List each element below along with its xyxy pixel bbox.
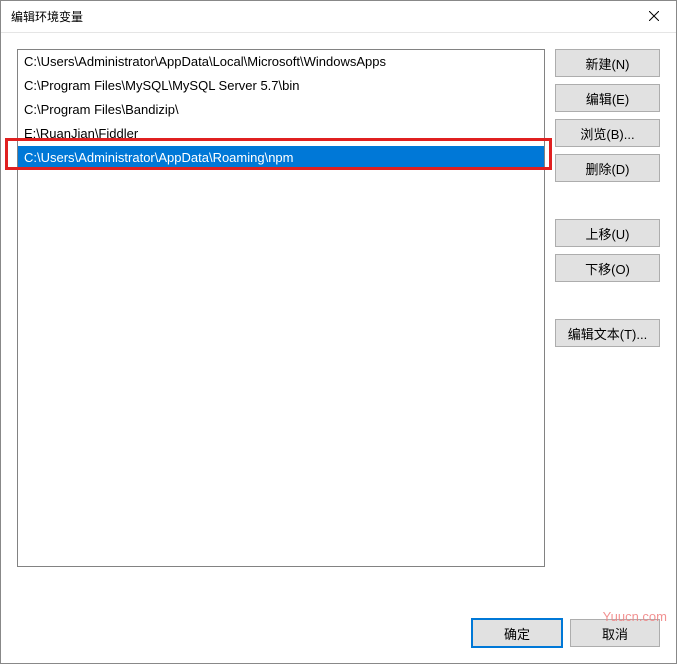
- cancel-button[interactable]: 取消: [570, 619, 660, 647]
- new-button[interactable]: 新建(N): [555, 49, 660, 77]
- bottom-buttons: 确定 取消: [17, 619, 660, 647]
- list-item[interactable]: E:\RuanJian\Fiddler: [18, 122, 544, 146]
- move-up-button[interactable]: 上移(U): [555, 219, 660, 247]
- browse-button[interactable]: 浏览(B)...: [555, 119, 660, 147]
- dialog-window: 编辑环境变量 C:\Users\Administrator\AppData\Lo…: [0, 0, 677, 664]
- titlebar: 编辑环境变量: [1, 1, 676, 33]
- window-title: 编辑环境变量: [11, 8, 631, 25]
- close-icon: [649, 10, 659, 24]
- list-item[interactable]: C:\Program Files\MySQL\MySQL Server 5.7\…: [18, 74, 544, 98]
- move-down-button[interactable]: 下移(O): [555, 254, 660, 282]
- list-item[interactable]: C:\Users\Administrator\AppData\Roaming\n…: [18, 146, 544, 170]
- list-item[interactable]: C:\Program Files\Bandizip\: [18, 98, 544, 122]
- delete-button[interactable]: 删除(D): [555, 154, 660, 182]
- dialog-content: C:\Users\Administrator\AppData\Local\Mic…: [1, 33, 676, 663]
- path-listbox[interactable]: C:\Users\Administrator\AppData\Local\Mic…: [17, 49, 545, 567]
- list-item[interactable]: C:\Users\Administrator\AppData\Local\Mic…: [18, 50, 544, 74]
- main-area: C:\Users\Administrator\AppData\Local\Mic…: [17, 49, 660, 601]
- edit-button[interactable]: 编辑(E): [555, 84, 660, 112]
- side-buttons: 新建(N) 编辑(E) 浏览(B)... 删除(D) 上移(U) 下移(O) 编…: [555, 49, 660, 601]
- close-button[interactable]: [631, 1, 676, 33]
- ok-button[interactable]: 确定: [472, 619, 562, 647]
- edit-text-button[interactable]: 编辑文本(T)...: [555, 319, 660, 347]
- listbox-wrapper: C:\Users\Administrator\AppData\Local\Mic…: [17, 49, 545, 601]
